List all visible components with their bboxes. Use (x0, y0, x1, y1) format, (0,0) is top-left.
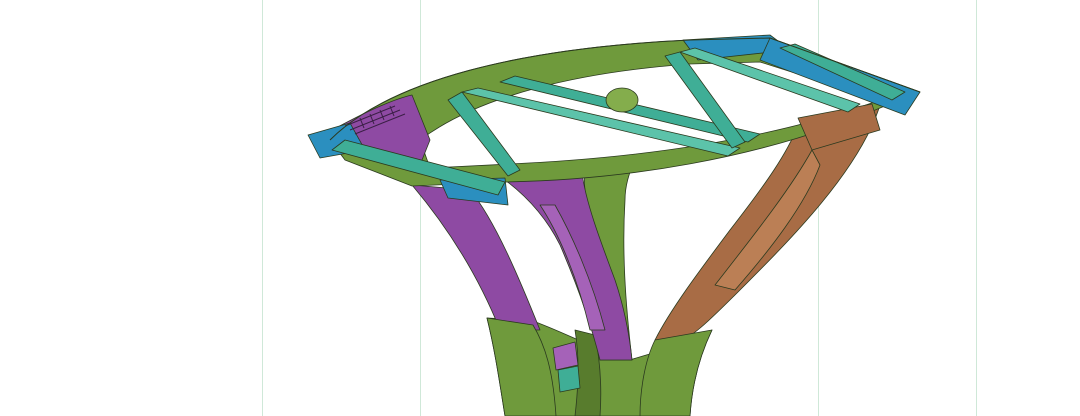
right-leg-green-base[interactable] (639, 329, 713, 416)
structural-model[interactable] (0, 0, 1080, 416)
trunk-detail-teal (557, 365, 581, 393)
cad-3d-viewport[interactable] (0, 0, 1080, 416)
arch-hole (605, 87, 639, 113)
left-leg-purple[interactable] (411, 184, 541, 331)
